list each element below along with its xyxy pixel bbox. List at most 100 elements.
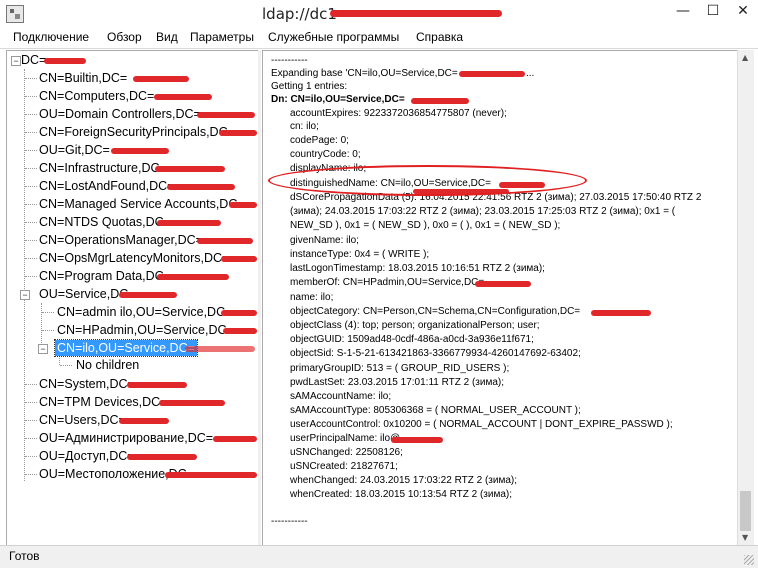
tree-line bbox=[25, 150, 37, 151]
tree-line bbox=[25, 132, 37, 133]
redaction-mark bbox=[391, 437, 443, 443]
redaction-mark bbox=[229, 202, 257, 208]
redaction-mark bbox=[157, 220, 221, 226]
attr-line: lastLogonTimestamp: 18.03.2015 10:16:51 … bbox=[290, 263, 545, 274]
redaction-mark bbox=[119, 418, 169, 424]
tree-item-system[interactable]: CN=System,DC= bbox=[39, 376, 135, 392]
tree-item-computers[interactable]: CN=Computers,DC= bbox=[39, 88, 154, 104]
tree-item-ilo-selected[interactable]: CN=ilo,OU=Service,DC= bbox=[54, 339, 198, 357]
attr-line: (зима); 24.03.2015 17:03:22 RTZ 2 (зима)… bbox=[290, 206, 676, 217]
title-bar: ldap://dc1 — ☐ ✕ bbox=[0, 0, 758, 28]
tree-line bbox=[25, 168, 37, 169]
attr-line: objectSid: S-1-5-21-613421863-3366779934… bbox=[290, 348, 581, 359]
status-bar: Готов bbox=[0, 545, 758, 568]
redaction-mark bbox=[127, 454, 197, 460]
dn-extra: ... bbox=[526, 68, 535, 79]
attr-line: primaryGroupID: 513 = ( GROUP_RID_USERS … bbox=[290, 363, 510, 374]
pane-splitter[interactable] bbox=[258, 50, 261, 545]
window-controls: — ☐ ✕ bbox=[668, 0, 758, 22]
tree-line bbox=[25, 204, 37, 205]
tree-item-program-data[interactable]: CN=Program Data,DC= bbox=[39, 268, 171, 284]
attr-line: instanceType: 0x4 = ( WRITE ); bbox=[290, 249, 430, 260]
tree-item-git[interactable]: OU=Git,DC= bbox=[39, 142, 110, 158]
app-icon bbox=[6, 5, 24, 23]
redaction-mark bbox=[213, 436, 257, 442]
redaction-mark bbox=[155, 166, 225, 172]
menu-options[interactable]: Параметры bbox=[190, 30, 254, 44]
attr-line: objectClass (4): top; person; organizati… bbox=[290, 320, 540, 331]
expanding-line: Expanding base 'CN=ilo,OU=Service,DC= bbox=[271, 68, 458, 79]
tree-line bbox=[25, 456, 37, 457]
tree-item-infrastructure[interactable]: CN=Infrastructure,DC= bbox=[39, 160, 167, 176]
tree-item-builtin[interactable]: CN=Builtin,DC= bbox=[39, 70, 127, 86]
tree-item-operations-manager[interactable]: CN=OperationsManager,DC= bbox=[39, 232, 203, 248]
attr-line: sAMAccountName: ilo; bbox=[290, 391, 392, 402]
attr-line: uSNChanged: 22508126; bbox=[290, 447, 403, 458]
menu-bar: Подключение Обзор Вид Параметры Служебны… bbox=[0, 28, 758, 48]
attr-line: cn: ilo; bbox=[290, 121, 319, 132]
tree-line bbox=[25, 402, 37, 403]
collapse-icon[interactable]: − bbox=[11, 56, 21, 66]
tree-root[interactable]: DC= bbox=[21, 52, 46, 68]
tree-item-users[interactable]: CN=Users,DC= bbox=[39, 412, 126, 428]
redaction-mark bbox=[475, 281, 531, 287]
redaction-mark bbox=[159, 400, 225, 406]
tree-item-domain-controllers[interactable]: OU=Domain Controllers,DC= bbox=[39, 106, 201, 122]
scroll-thumb[interactable] bbox=[740, 491, 751, 531]
tree-line bbox=[25, 438, 37, 439]
tree-line bbox=[60, 365, 72, 366]
tree-line bbox=[25, 474, 37, 475]
collapse-icon[interactable]: − bbox=[38, 344, 48, 354]
tree-item-foreign-security-principals[interactable]: CN=ForeignSecurityPrincipals,DC= bbox=[39, 124, 235, 140]
tree-line bbox=[25, 114, 37, 115]
separator-line: ----------- bbox=[271, 516, 308, 527]
redaction-mark bbox=[165, 472, 257, 478]
maximize-button[interactable]: ☐ bbox=[698, 0, 728, 22]
tree-line bbox=[25, 186, 37, 187]
scroll-up-icon[interactable]: ▲ bbox=[742, 53, 748, 62]
tree-item-lost-and-found[interactable]: CN=LostAndFound,DC= bbox=[39, 178, 175, 194]
menu-utilities[interactable]: Служебные программы bbox=[268, 30, 399, 44]
redaction-mark bbox=[219, 130, 257, 136]
redaction-mark bbox=[111, 148, 169, 154]
redaction-mark bbox=[127, 382, 187, 388]
redaction-mark bbox=[411, 98, 469, 104]
tree-item-ntds-quotas[interactable]: CN=NTDS Quotas,DC= bbox=[39, 214, 171, 230]
attr-line: pwdLastSet: 23.03.2015 17:01:11 RTZ 2 (з… bbox=[290, 377, 505, 388]
redaction-mark bbox=[223, 328, 257, 334]
attr-line: codePage: 0; bbox=[290, 135, 349, 146]
details-pane[interactable]: ----------- Expanding base 'CN=ilo,OU=Se… bbox=[262, 50, 738, 547]
tree-item-hpadmin[interactable]: CN=HPadmin,OU=Service,DC= bbox=[57, 322, 234, 338]
collapse-icon[interactable]: − bbox=[20, 290, 30, 300]
vertical-scrollbar[interactable]: ▲ ▼ bbox=[737, 50, 754, 545]
redaction-mark bbox=[154, 94, 212, 100]
redaction-mark bbox=[157, 274, 229, 280]
redaction-mark bbox=[459, 71, 525, 77]
redaction-mark bbox=[591, 310, 651, 316]
redaction-mark bbox=[197, 112, 255, 118]
scroll-down-icon[interactable]: ▼ bbox=[742, 533, 748, 542]
tree-item-opsmgr-latency-monitors[interactable]: CN=OpsMgrLatencyMonitors,DC= bbox=[39, 250, 229, 266]
attr-line: whenCreated: 18.03.2015 10:13:54 RTZ 2 (… bbox=[290, 489, 512, 500]
attr-line: memberOf: CN=HPadmin,OU=Service,DC= bbox=[290, 277, 485, 288]
redaction-mark bbox=[330, 10, 502, 17]
tree-line bbox=[25, 222, 37, 223]
tree-item-managed-service-accounts[interactable]: CN=Managed Service Accounts,DC= bbox=[39, 196, 245, 212]
tree-item-tpm-devices[interactable]: CN=TPM Devices,DC= bbox=[39, 394, 168, 410]
status-text: Готов bbox=[9, 549, 40, 563]
tree-pane[interactable]: − DC= CN=Builtin,DC= CN=Computers,DC= OU… bbox=[6, 50, 259, 547]
redaction-mark bbox=[221, 256, 257, 262]
resize-grip-icon[interactable] bbox=[744, 555, 754, 565]
menu-connection[interactable]: Подключение bbox=[13, 30, 89, 44]
tree-item-access[interactable]: OU=Доступ,DC= bbox=[39, 448, 135, 464]
tree-item-administration[interactable]: OU=Администрирование,DC= bbox=[39, 430, 213, 446]
menu-help[interactable]: Справка bbox=[416, 30, 463, 44]
menu-view[interactable]: Вид bbox=[156, 30, 178, 44]
menu-browse[interactable]: Обзор bbox=[107, 30, 142, 44]
tree-line bbox=[25, 384, 37, 385]
tree-line bbox=[59, 356, 60, 365]
attr-line: sAMAccountType: 805306368 = ( NORMAL_USE… bbox=[290, 405, 581, 416]
minimize-button[interactable]: — bbox=[668, 0, 698, 22]
close-button[interactable]: ✕ bbox=[728, 0, 758, 22]
tree-item-admin-ilo[interactable]: CN=admin ilo,OU=Service,DC= bbox=[57, 304, 232, 320]
